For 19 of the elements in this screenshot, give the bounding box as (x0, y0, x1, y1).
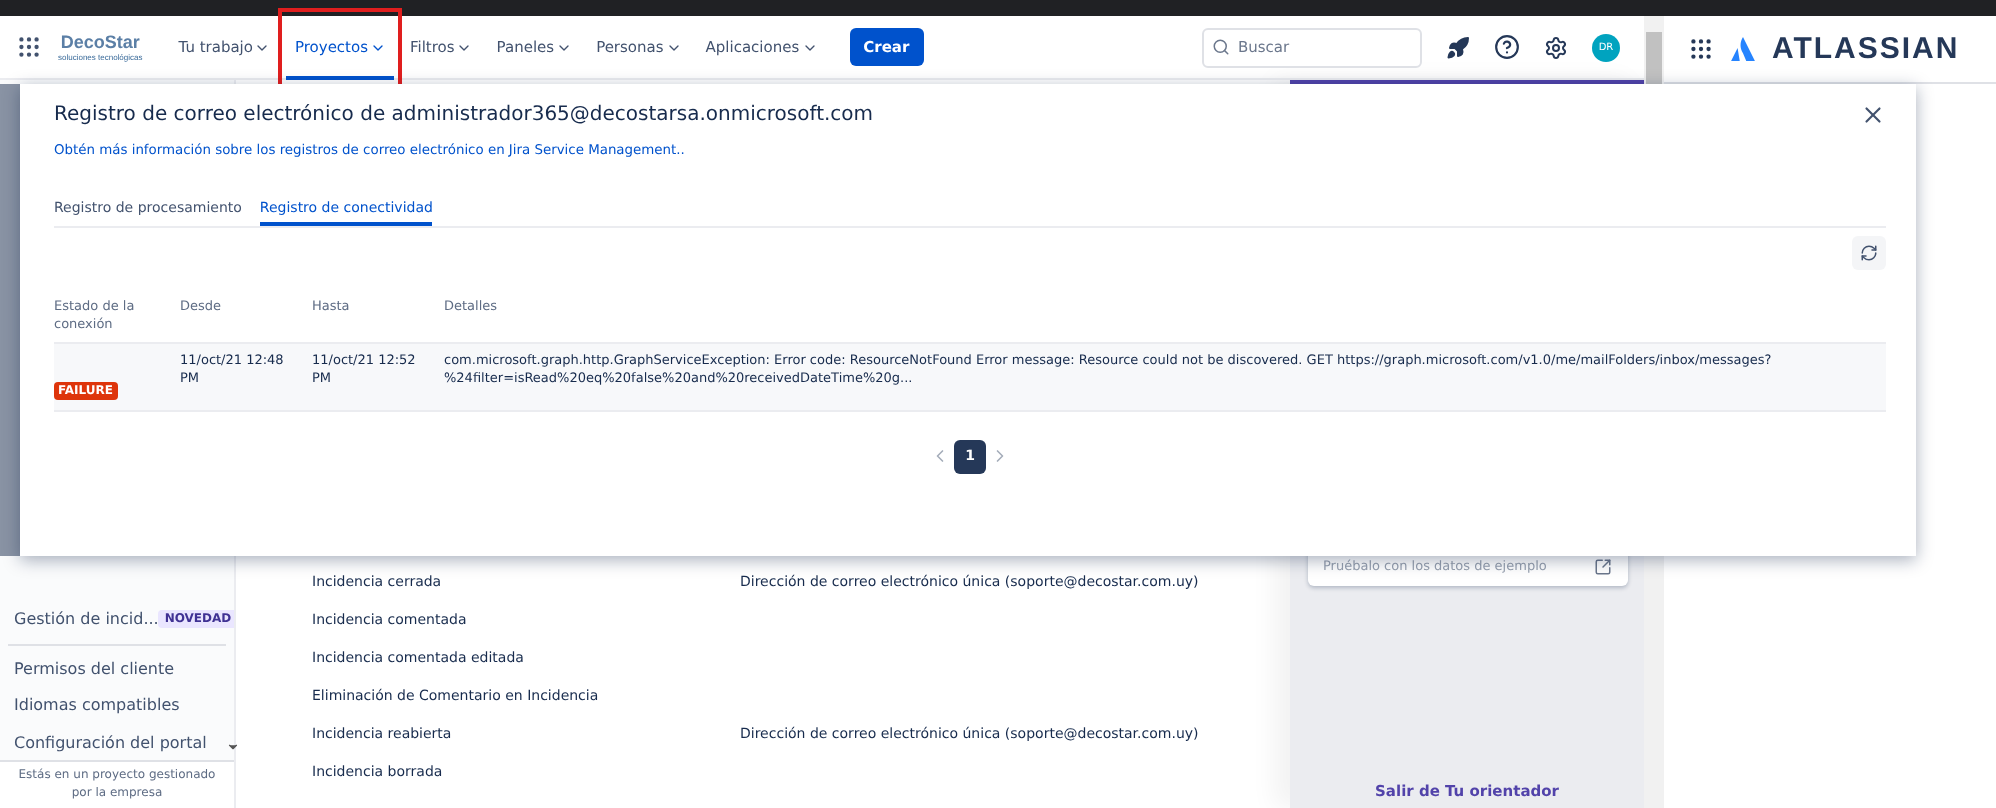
help-icon[interactable] (1494, 34, 1520, 60)
brand-name: ATLASSIAN (1772, 32, 1960, 66)
sidebar-item[interactable]: Idiomas compatibles (0, 687, 234, 724)
atlassian-logo-icon (1730, 36, 1756, 62)
settings-icon[interactable] (1544, 35, 1568, 59)
sidebar-item[interactable]: Permisos del cliente (0, 650, 234, 688)
app-grid-icon[interactable] (16, 34, 42, 60)
external-link-icon (1593, 557, 1611, 575)
logo-name: DecoStar (60, 32, 140, 52)
refresh-button[interactable] (1852, 236, 1886, 270)
close-icon[interactable] (1860, 102, 1886, 128)
scrollbar-thumb[interactable] (1646, 32, 1662, 84)
sidebar-item[interactable]: Configuración del portal (0, 723, 234, 761)
dialog-title: Registro de correo electrónico de administrador365@decostarsa.onmicrosoft.com (54, 104, 874, 126)
rocket-icon[interactable] (1446, 35, 1470, 59)
refresh-icon (1860, 244, 1878, 262)
app-grid-icon[interactable] (1688, 36, 1714, 62)
search-icon (1212, 37, 1230, 55)
scroll-down-icon[interactable] (226, 740, 240, 754)
